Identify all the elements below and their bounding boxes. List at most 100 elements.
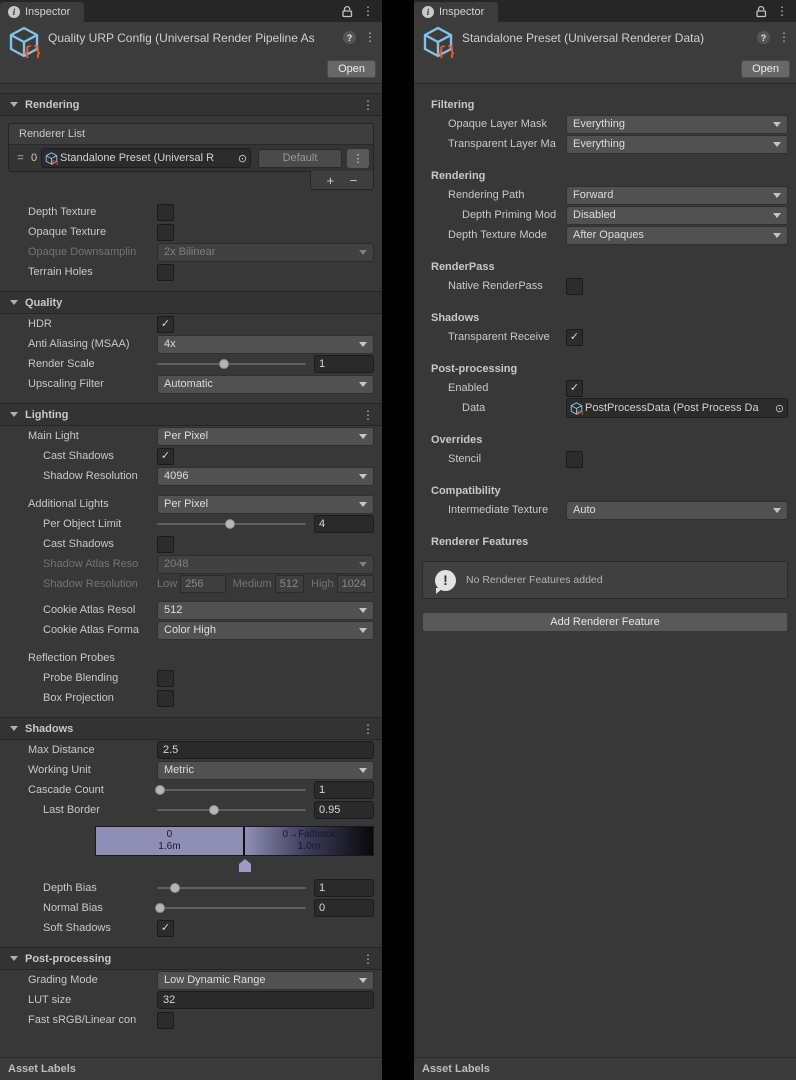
- chevron-down-icon: [773, 142, 781, 147]
- box-projection-checkbox[interactable]: ✓: [157, 690, 174, 707]
- slider-handle[interactable]: [209, 805, 219, 815]
- cascade-count-slider[interactable]: [157, 783, 306, 797]
- upscaling-filter-dropdown[interactable]: Automatic: [157, 375, 374, 394]
- kebab-menu-icon[interactable]: ⋮: [362, 5, 374, 17]
- lut-size-input[interactable]: 32: [157, 991, 374, 1009]
- cascade-split-handle[interactable]: [239, 859, 251, 872]
- tier-medium-value: 512: [275, 575, 304, 593]
- section-post-processing[interactable]: Post-processing ⋮: [0, 947, 382, 970]
- kebab-menu-icon[interactable]: ⋮: [347, 149, 369, 168]
- field-label: Shadow Resolution: [43, 578, 157, 590]
- probe-blending-checkbox[interactable]: ✓: [157, 670, 174, 687]
- add-renderer-feature-button[interactable]: Add Renderer Feature: [422, 612, 788, 632]
- section-quality[interactable]: Quality: [0, 291, 382, 314]
- depth-texture-mode-dropdown[interactable]: After Opaques: [566, 226, 788, 245]
- post-process-data-object-field[interactable]: PostProcessData (Post Process Da ⊙: [566, 398, 788, 418]
- normal-bias-value[interactable]: 0: [314, 899, 374, 917]
- kebab-menu-icon[interactable]: ⋮: [778, 31, 790, 43]
- transparent-layer-mask-dropdown[interactable]: Everything: [566, 135, 788, 154]
- object-picker-icon[interactable]: ⊙: [235, 152, 250, 165]
- cascade-split-bar[interactable]: 0 1.6m 0→Fallback 1.0m: [95, 826, 374, 856]
- depth-priming-mode-dropdown[interactable]: Disabled: [566, 206, 788, 225]
- kebab-menu-icon[interactable]: ⋮: [362, 99, 374, 111]
- remove-icon[interactable]: −: [350, 174, 358, 187]
- cascade-count-value[interactable]: 1: [314, 781, 374, 799]
- lock-icon[interactable]: [341, 5, 354, 18]
- depth-bias-slider[interactable]: [157, 881, 306, 895]
- object-picker-icon[interactable]: ⊙: [772, 402, 787, 415]
- normal-bias-row: Normal Bias 0: [0, 898, 382, 918]
- open-button[interactable]: Open: [741, 60, 790, 78]
- depth-priming-mode-row: Depth Priming Mod Disabled: [414, 205, 796, 225]
- intermediate-texture-dropdown[interactable]: Auto: [566, 501, 788, 520]
- slider-handle[interactable]: [219, 359, 229, 369]
- additional-lights-dropdown[interactable]: Per Pixel: [157, 495, 374, 514]
- slider-handle[interactable]: [170, 883, 180, 893]
- msaa-dropdown[interactable]: 4x: [157, 335, 374, 354]
- per-object-limit-row: Per Object Limit 4: [0, 514, 382, 534]
- opaque-texture-checkbox[interactable]: ✓: [157, 224, 174, 241]
- post-enabled-row: Enabled ✓: [414, 378, 796, 398]
- help-icon[interactable]: ?: [343, 31, 356, 44]
- add-icon[interactable]: +: [327, 174, 335, 187]
- cookie-atlas-format-dropdown[interactable]: Color High: [157, 621, 374, 640]
- drag-handle-icon[interactable]: =: [13, 152, 27, 164]
- fast-srgb-checkbox[interactable]: ✓: [157, 1012, 174, 1029]
- main-shadow-resolution-dropdown[interactable]: 4096: [157, 467, 374, 486]
- post-enabled-checkbox[interactable]: ✓: [566, 380, 583, 397]
- native-renderpass-checkbox[interactable]: ✓: [566, 278, 583, 295]
- slider-handle[interactable]: [155, 785, 165, 795]
- per-object-limit-value[interactable]: 4: [314, 515, 374, 533]
- hdr-checkbox[interactable]: ✓: [157, 316, 174, 333]
- max-distance-input[interactable]: 2.5: [157, 741, 374, 759]
- per-object-limit-slider[interactable]: [157, 517, 306, 531]
- slider-track: [157, 809, 306, 811]
- inspector-tab[interactable]: i Inspector: [0, 2, 84, 22]
- open-button[interactable]: Open: [327, 60, 376, 78]
- renderer-object-field[interactable]: Standalone Preset (Universal R ⊙: [41, 148, 251, 168]
- intermediate-texture-row: Intermediate Texture Auto: [414, 500, 796, 520]
- group-post-processing: Post-processing: [431, 360, 796, 378]
- depth-texture-checkbox[interactable]: ✓: [157, 204, 174, 221]
- check-icon: ✓: [161, 319, 170, 330]
- asset-labels-bar[interactable]: Asset Labels: [0, 1057, 382, 1080]
- slider-handle[interactable]: [225, 519, 235, 529]
- section-lighting[interactable]: Lighting ⋮: [0, 403, 382, 426]
- help-icon[interactable]: ?: [757, 31, 770, 44]
- depth-bias-value[interactable]: 1: [314, 879, 374, 897]
- chevron-down-icon: [359, 434, 367, 439]
- kebab-menu-icon[interactable]: ⋮: [776, 5, 788, 17]
- render-scale-slider[interactable]: [157, 357, 306, 371]
- lut-size-row: LUT size 32: [0, 990, 382, 1010]
- cookie-atlas-resolution-dropdown[interactable]: 512: [157, 601, 374, 620]
- main-light-dropdown[interactable]: Per Pixel: [157, 427, 374, 446]
- main-cast-shadows-checkbox[interactable]: ✓: [157, 448, 174, 465]
- section-shadows[interactable]: Shadows ⋮: [0, 717, 382, 740]
- default-button[interactable]: Default: [258, 149, 342, 168]
- kebab-menu-icon[interactable]: ⋮: [364, 31, 376, 43]
- asset-labels-bar[interactable]: Asset Labels: [414, 1057, 796, 1080]
- stencil-checkbox[interactable]: ✓: [566, 451, 583, 468]
- last-border-value[interactable]: 0.95: [314, 801, 374, 819]
- soft-shadows-checkbox[interactable]: ✓: [157, 920, 174, 937]
- lock-icon[interactable]: [755, 5, 768, 18]
- transparent-receive-shadows-checkbox[interactable]: ✓: [566, 329, 583, 346]
- kebab-menu-icon[interactable]: ⋮: [362, 723, 374, 735]
- additional-cast-shadows-checkbox[interactable]: ✓: [157, 536, 174, 553]
- opaque-layer-mask-dropdown[interactable]: Everything: [566, 115, 788, 134]
- render-scale-value[interactable]: 1: [314, 355, 374, 373]
- inspector-tab[interactable]: i Inspector: [414, 2, 498, 22]
- field-label: Per Object Limit: [43, 518, 157, 530]
- last-border-slider[interactable]: [157, 803, 306, 817]
- kebab-menu-icon[interactable]: ⋮: [362, 953, 374, 965]
- grading-mode-dropdown[interactable]: Low Dynamic Range: [157, 971, 374, 990]
- kebab-menu-icon[interactable]: ⋮: [362, 409, 374, 421]
- normal-bias-slider[interactable]: [157, 901, 306, 915]
- working-unit-dropdown[interactable]: Metric: [157, 761, 374, 780]
- terrain-holes-checkbox[interactable]: ✓: [157, 264, 174, 281]
- slider-handle[interactable]: [155, 903, 165, 913]
- field-label: Transparent Receive: [448, 331, 566, 343]
- section-rendering[interactable]: Rendering ⋮: [0, 93, 382, 116]
- rendering-path-dropdown[interactable]: Forward: [566, 186, 788, 205]
- inspector-panel-left: i Inspector ⋮ Quality URP Config (Univer…: [0, 0, 382, 1080]
